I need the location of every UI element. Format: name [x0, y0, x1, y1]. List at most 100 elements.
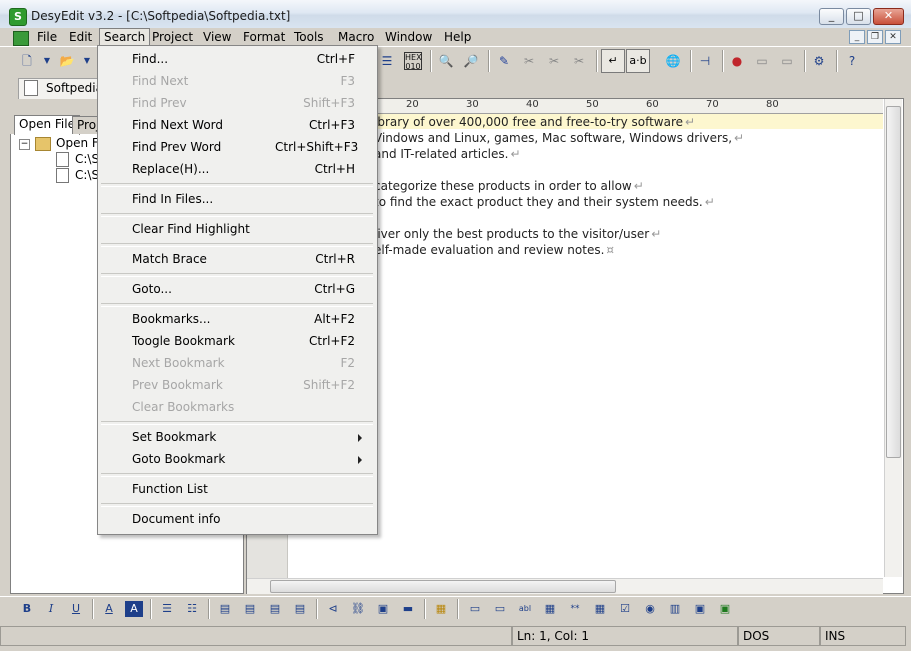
menu-tools[interactable]: Tools [290, 29, 328, 45]
font-color-icon[interactable]: A [100, 601, 118, 617]
text-field-icon[interactable]: abl [516, 601, 534, 617]
menu-clear-find-highlight[interactable]: Clear Find Highlight [132, 222, 250, 236]
menu-find-next-word[interactable]: Find Next Word [132, 118, 223, 132]
menu-find-in-files[interactable]: Find In Files... [132, 192, 213, 206]
menu-help[interactable]: Help [440, 29, 475, 45]
copy-icon[interactable]: ✂ [545, 52, 563, 70]
mdi-doc-icon[interactable] [13, 31, 29, 46]
match-case-icon[interactable]: a·b [626, 49, 650, 73]
text-line[interactable]: elf-made evaluation and review notes. ¤ [374, 243, 614, 257]
menu-search[interactable]: Search [99, 28, 151, 46]
image-icon[interactable]: ▣ [374, 601, 392, 617]
tab-project[interactable]: Proje [72, 116, 100, 134]
settings-icon[interactable]: ⚙ [810, 52, 828, 70]
menu-find[interactable]: Find... [132, 52, 168, 66]
close-button[interactable]: ✕ [873, 8, 904, 25]
macro-stop-icon[interactable]: ▭ [778, 52, 796, 70]
italic-icon[interactable]: I [42, 601, 60, 617]
text-line[interactable]: Vindows and Linux, games, Mac software, … [374, 131, 744, 145]
wrap-toggle-icon[interactable]: ↵ [601, 49, 625, 73]
menu-clear-bookmarks[interactable]: Clear Bookmarks [132, 400, 234, 414]
textbox-control-icon[interactable]: ▭ [491, 601, 509, 617]
menu-view[interactable]: View [199, 29, 235, 45]
menu-document-info[interactable]: Document info [132, 512, 221, 526]
horizontal-scroll-thumb[interactable] [270, 580, 616, 593]
menu-next-bookmark[interactable]: Next Bookmark [132, 356, 225, 370]
help-icon[interactable]: ? [843, 52, 861, 70]
hidden-field-icon[interactable]: ▦ [591, 601, 609, 617]
align-left-icon[interactable]: ▤ [216, 601, 234, 617]
menu-file[interactable]: File [33, 29, 61, 45]
radio-control-icon[interactable]: ◉ [641, 601, 659, 617]
menu-format[interactable]: Format [239, 29, 289, 45]
macro-record-icon[interactable]: ● [728, 52, 746, 70]
menu-find-prev-word[interactable]: Find Prev Word [132, 140, 221, 154]
text-line[interactable]: to find the exact product they and their… [374, 195, 715, 209]
new-dropdown-icon[interactable]: ▼ [38, 52, 56, 70]
macro-play-icon[interactable]: ▭ [753, 52, 771, 70]
tree-collapse-icon[interactable]: − [19, 139, 30, 150]
insert-control-icon[interactable]: ▣ [716, 601, 734, 617]
app-icon[interactable]: S [9, 8, 27, 26]
align-justify-icon[interactable]: ▤ [291, 601, 309, 617]
menu-replace[interactable]: Replace(H)... [132, 162, 209, 176]
numbered-list-icon[interactable]: ☷ [183, 601, 201, 617]
status-insert-mode[interactable]: INS [820, 626, 906, 646]
link-icon[interactable]: ⛓ [349, 601, 367, 617]
menu-find-prev[interactable]: Find Prev [132, 96, 187, 110]
hex-icon[interactable]: HEX 010 [404, 52, 422, 71]
menu-prev-bookmark[interactable]: Prev Bookmark [132, 378, 223, 392]
horizontal-rule-icon[interactable]: ▬ [399, 601, 417, 617]
listbox-control-icon[interactable]: ▥ [666, 601, 684, 617]
align-right-icon[interactable]: ▤ [266, 601, 284, 617]
menu-find-next[interactable]: Find Next [132, 74, 188, 88]
minimize-button[interactable]: _ [819, 8, 844, 25]
bullet-list-icon[interactable]: ☰ [158, 601, 176, 617]
open-dropdown-icon[interactable]: ▼ [78, 52, 96, 70]
menu-set-bookmark[interactable]: Set Bookmark [132, 430, 216, 444]
anchor-icon[interactable]: ⊲ [324, 601, 342, 617]
mdi-restore-button[interactable]: ❐ [867, 30, 883, 44]
button-control-icon[interactable]: ▭ [466, 601, 484, 617]
form-icon[interactable]: ▦ [432, 601, 450, 617]
menu-goto[interactable]: Goto... [132, 282, 172, 296]
pin-icon[interactable]: ⊣ [696, 52, 714, 70]
list-icon[interactable]: ☰ [378, 52, 396, 70]
menu-window[interactable]: Window [381, 29, 436, 45]
menu-macro[interactable]: Macro [334, 29, 378, 45]
maximize-button[interactable]: □ [846, 8, 871, 25]
submit-control-icon[interactable]: ▣ [691, 601, 709, 617]
align-center-icon[interactable]: ▤ [241, 601, 259, 617]
bold-icon[interactable]: B [18, 601, 36, 617]
marker-icon[interactable]: ✎ [495, 52, 513, 70]
menu-match-brace[interactable]: Match Brace [132, 252, 207, 266]
underline-icon[interactable]: U [67, 601, 85, 617]
cut-icon[interactable]: ✂ [520, 52, 538, 70]
password-field-icon[interactable]: ** [566, 601, 584, 617]
combo-control-icon[interactable]: ▦ [541, 601, 559, 617]
text-line[interactable]: ibrary of over 400,000 free and free-to-… [374, 115, 695, 129]
mdi-close-button[interactable]: ✕ [885, 30, 901, 44]
new-file-icon[interactable]: 🗋 [18, 52, 36, 70]
tab-open-file[interactable]: Open File [14, 115, 80, 135]
menu-bookmarks[interactable]: Bookmarks... [132, 312, 211, 326]
menu-edit[interactable]: Edit [65, 29, 96, 45]
print-preview-icon[interactable]: 🔍 [437, 52, 455, 70]
globe-icon[interactable]: 🌐 [664, 52, 682, 70]
paste-icon[interactable]: ✂ [570, 52, 588, 70]
menu-goto-bookmark[interactable]: Goto Bookmark [132, 452, 225, 466]
find-icon[interactable]: 🔎 [462, 52, 480, 70]
menu-toggle-bookmark[interactable]: Toogle Bookmark [132, 334, 235, 348]
tree-file-item[interactable]: C:\S [75, 152, 99, 166]
highlight-color-icon[interactable]: A [125, 601, 143, 617]
tree-file-item[interactable]: C:\S [75, 168, 99, 182]
menu-function-list[interactable]: Function List [132, 482, 208, 496]
mdi-minimize-button[interactable]: _ [849, 30, 865, 44]
text-line[interactable]: and IT-related articles. ↵ [374, 147, 521, 161]
status-line-ending[interactable]: DOS [738, 626, 820, 646]
checkbox-control-icon[interactable]: ☑ [616, 601, 634, 617]
open-folder-icon[interactable]: 📂 [58, 52, 76, 70]
menu-project[interactable]: Project [148, 29, 197, 45]
text-line[interactable]: liver only the best products to the visi… [374, 227, 661, 241]
vertical-scroll-thumb[interactable] [886, 106, 901, 458]
